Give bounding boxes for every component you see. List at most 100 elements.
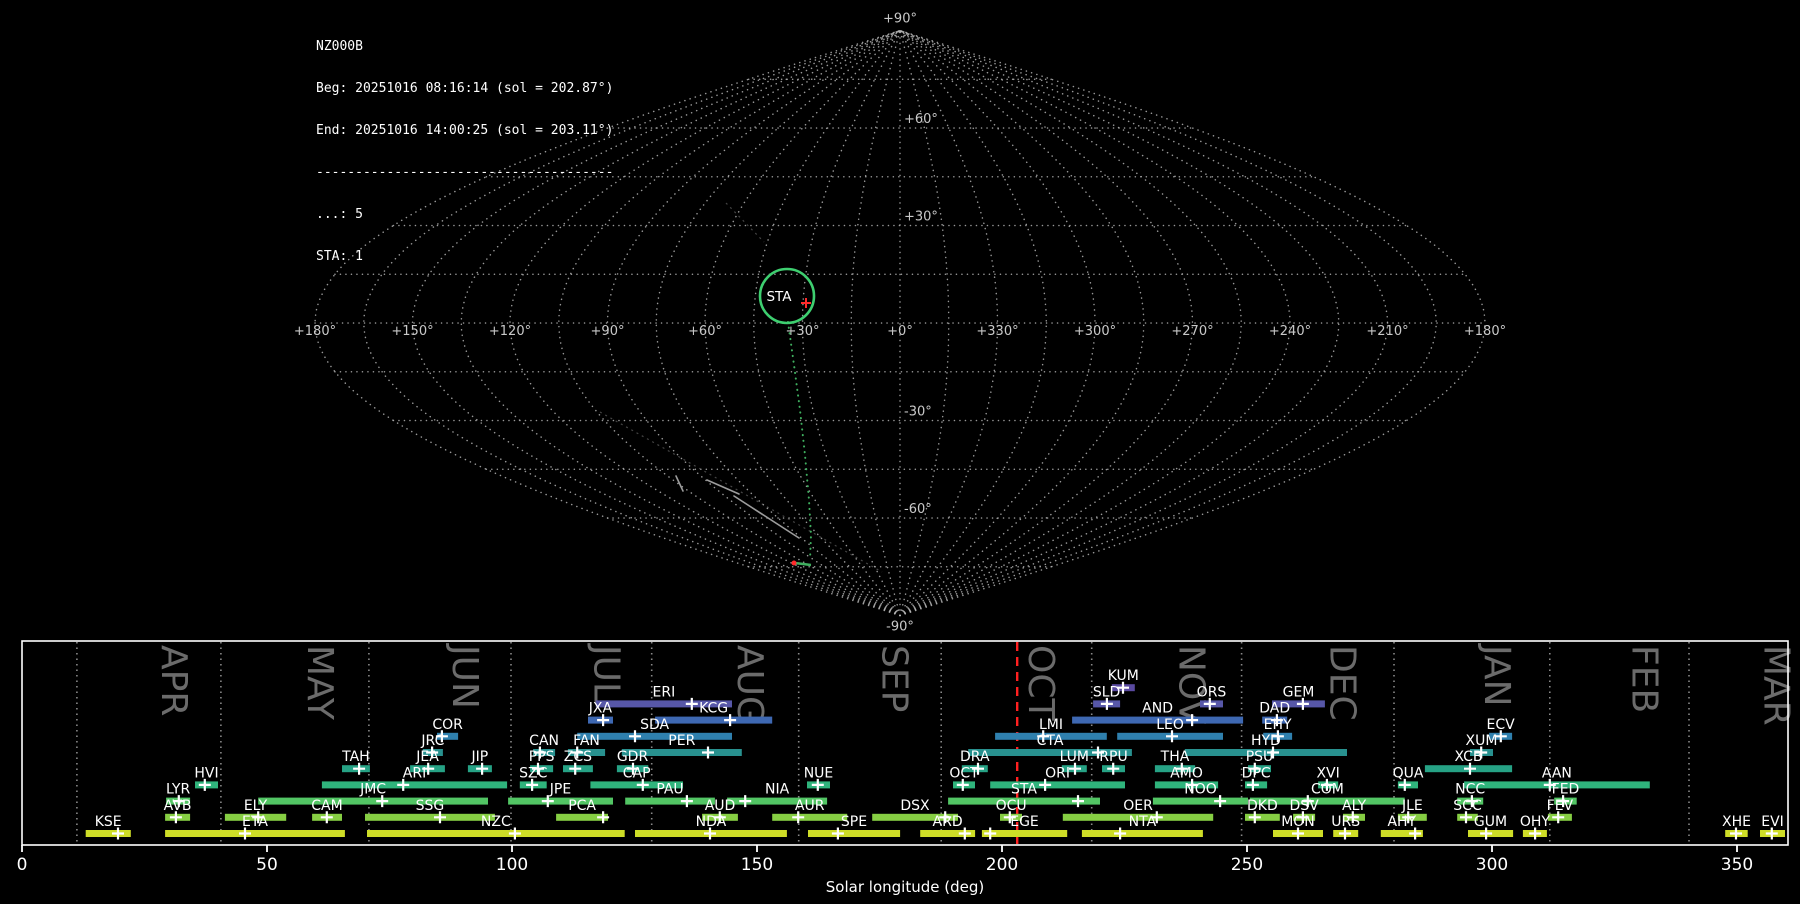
shower-code-label-AND: AND <box>1142 701 1173 717</box>
shower-bar-JPE <box>508 798 613 805</box>
shower-code-label-CAN: CAN <box>529 733 559 749</box>
end-time-line: End: 20251016 14:00:25 (sol = 203.11°) <box>316 124 613 138</box>
shower-code-label-PCA: PCA <box>568 798 596 814</box>
shower-bar-KCG <box>655 717 772 724</box>
shower-bar-PAU <box>625 798 715 805</box>
equator-longitude-label: +240° <box>1269 324 1311 339</box>
meteor-trail <box>676 476 683 491</box>
shower-code-label-DPC: DPC <box>1242 765 1271 781</box>
shower-bar-AUR <box>772 814 847 821</box>
radiant-map-and-activity-figure: +90°-90°+180°+150°+120°+90°+60°+30°+0°+3… <box>0 0 1800 900</box>
drift-end-segment <box>795 563 811 565</box>
north-pole-label: +90° <box>883 12 917 27</box>
latitude-label: -60° <box>904 502 932 517</box>
sta-radiant-label: STA <box>766 289 792 305</box>
meteor-trail <box>707 480 739 494</box>
equator-longitude-label: +180° <box>1464 324 1506 339</box>
shower-code-label-CTA: CTA <box>1037 733 1064 749</box>
unidentified-count: ...: 5 <box>316 208 613 222</box>
shower-activity-chart: APRMAYJUNJULAUGSEPOCTNOVDECJANFEBMARKUME… <box>17 641 1797 896</box>
separator-line: -------------------------------------- <box>316 166 613 180</box>
equator-longitude-label: +60° <box>688 324 722 339</box>
month-label: JAN <box>1476 643 1517 707</box>
shower-code-label-COM: COM <box>1311 782 1344 798</box>
month-label: APR <box>153 645 194 716</box>
shower-code-label-CAP: CAP <box>623 765 651 781</box>
month-label: JUN <box>444 643 485 709</box>
shower-code-label-AMO: AMO <box>1170 765 1203 781</box>
shower-code-label-STA: STA <box>1011 782 1037 798</box>
meteor-trail <box>734 496 799 538</box>
shower-bar-NTA <box>1082 830 1203 837</box>
shower-code-label-LEO: LEO <box>1156 717 1184 733</box>
shower-code-label-THA: THA <box>1160 749 1190 765</box>
shower-bar-NZC <box>367 830 625 837</box>
meridian-line <box>608 31 901 616</box>
meridian-line <box>656 31 900 616</box>
shower-code-label-ALY: ALY <box>1342 798 1367 814</box>
sta-count: STA: 1 <box>316 250 613 264</box>
shower-code-label-ELY: ELY <box>244 798 268 814</box>
shower-code-label-DKD: DKD <box>1247 798 1278 814</box>
equator-longitude-label: +90° <box>591 324 625 339</box>
shower-code-label-ZCS: ZCS <box>564 749 592 765</box>
equator-longitude-label: +30° <box>786 324 820 339</box>
shower-code-label-ORS: ORS <box>1197 684 1227 700</box>
shower-code-label-JLE: JLE <box>1401 798 1423 814</box>
equator-longitude-label: +270° <box>1171 324 1213 339</box>
shower-code-label-QUA: QUA <box>1393 765 1424 781</box>
observation-info-block: NZ000B Beg: 20251016 08:16:14 (sol = 202… <box>316 12 613 278</box>
meteor-radiant-viewer: { "header": { "station": "NZ000B", "beg_… <box>0 0 1800 900</box>
x-tick-label: 150 <box>741 855 773 875</box>
shower-code-label-AVB: AVB <box>164 798 192 814</box>
month-label: MAR <box>1756 645 1797 726</box>
shower-code-label-ARD: ARD <box>933 814 963 830</box>
shower-peak-cross-NTA <box>1114 828 1126 840</box>
shower-code-label-OER: OER <box>1123 798 1153 814</box>
shower-code-label-FED: FED <box>1552 782 1580 798</box>
shower-code-label-JXA: JXA <box>588 701 613 717</box>
station-id: NZ000B <box>316 40 613 54</box>
x-tick-label: 0 <box>17 855 28 875</box>
equator-longitude-label: +300° <box>1074 324 1116 339</box>
x-axis: 050100150200250300350Solar longitude (de… <box>17 845 1754 896</box>
shower-code-label-XVI: XVI <box>1316 765 1339 781</box>
month-label: JUL <box>586 643 627 702</box>
shower-code-label-COR: COR <box>432 717 463 733</box>
equator-longitude-label: +210° <box>1366 324 1408 339</box>
shower-code-label-NZC: NZC <box>481 814 511 830</box>
shower-code-label-PER: PER <box>668 733 695 749</box>
shower-code-label-AHY: AHY <box>1387 814 1416 830</box>
shower-peak-cross-PCA <box>597 811 609 823</box>
shower-bar-JMC <box>258 798 488 805</box>
month-label: MAY <box>299 645 340 721</box>
shower-code-label-AAN: AAN <box>1542 765 1572 781</box>
shower-bar-SPE <box>808 830 900 837</box>
shower-code-label-NIA: NIA <box>765 782 790 798</box>
shower-code-label-SZC: SZC <box>519 765 547 781</box>
shower-code-label-NTA: NTA <box>1129 814 1157 830</box>
shower-code-label-XCB: XCB <box>1455 749 1483 765</box>
shower-peak-cross-ERI <box>686 698 698 710</box>
x-tick-label: 250 <box>1231 855 1263 875</box>
shower-bar-ARI <box>322 781 507 788</box>
equator-longitude-label: +120° <box>489 324 531 339</box>
x-tick-label: 350 <box>1721 855 1753 875</box>
equator-longitude-label: +0° <box>887 324 913 339</box>
meteor-trails-and-radiant: STA <box>600 203 882 572</box>
month-label: AUG <box>729 645 770 724</box>
shower-code-label-SDA: SDA <box>640 717 669 733</box>
equator-longitude-label: +180° <box>294 324 336 339</box>
shower-code-label-NCC: NCC <box>1455 782 1485 798</box>
shower-bar-NOO <box>1153 798 1248 805</box>
x-tick-label: 200 <box>986 855 1018 875</box>
shower-peak-cross-NIA <box>739 795 751 807</box>
shower-code-label-ORI: ORI <box>1045 765 1070 781</box>
shower-bar-SSG <box>365 814 495 821</box>
equator-longitude-label: +330° <box>976 324 1018 339</box>
south-pole-label: -90° <box>886 620 914 635</box>
month-label: OCT <box>1020 645 1061 721</box>
shower-code-label-GUM: GUM <box>1474 814 1507 830</box>
shower-code-label-SCC: SCC <box>1453 798 1482 814</box>
shower-code-label-AUR: AUR <box>795 798 825 814</box>
